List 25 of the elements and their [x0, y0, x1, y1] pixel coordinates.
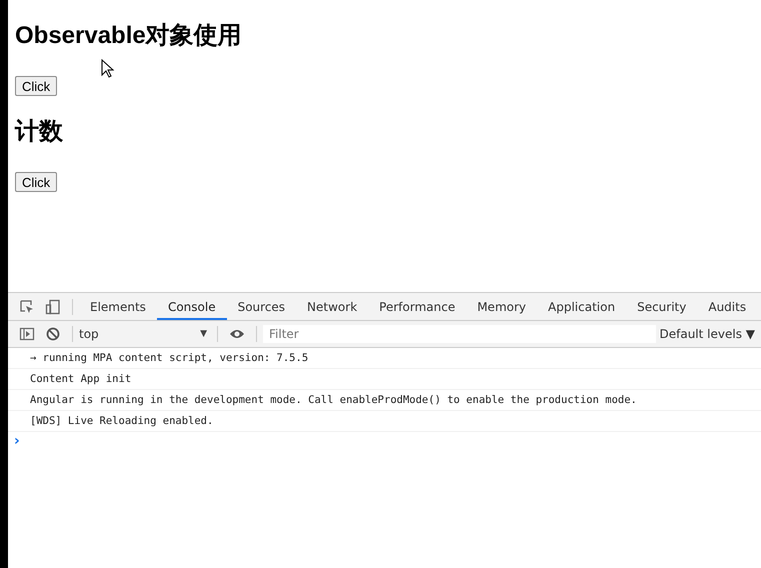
- devtools-tab[interactable]: Application: [537, 293, 626, 320]
- filter-field[interactable]: Filter: [263, 325, 656, 343]
- devtools-tab[interactable]: Audits: [697, 293, 758, 320]
- levels-dropdown[interactable]: Default levels ▼: [660, 327, 761, 341]
- click-button[interactable]: Click: [15, 76, 58, 96]
- context-select[interactable]: top ▼: [79, 327, 211, 341]
- console-prompt[interactable]: ›: [8, 433, 20, 449]
- device-icon[interactable]: [45, 298, 61, 314]
- inspect-icon[interactable]: [19, 298, 35, 314]
- cursor-icon: [101, 59, 115, 79]
- devtools-tab[interactable]: Security: [626, 293, 698, 320]
- devtools-tab[interactable]: Memory: [466, 293, 538, 320]
- devtools-tab[interactable]: Performance: [368, 293, 466, 320]
- devtools-tab[interactable]: Sources: [226, 293, 296, 320]
- console-message: Angular is running in the development mode. Call enableProdMode() to enable the production mode.: [8, 390, 761, 411]
- console-message: [WDS] Live Reloading enabled.: [8, 411, 761, 432]
- clear-icon[interactable]: [45, 326, 61, 342]
- page-heading: 计数: [15, 117, 64, 147]
- console-message: Content App init: [8, 369, 761, 390]
- devtools-tab[interactable]: Network: [296, 293, 368, 320]
- click-button[interactable]: Click: [15, 172, 58, 192]
- console-message: → running MPA content script, version: 7.5.5: [8, 348, 761, 369]
- devtools-tab[interactable]: Elements: [79, 293, 157, 320]
- sidebar-icon[interactable]: [19, 326, 35, 342]
- page-heading: Observable对象使用: [15, 21, 243, 51]
